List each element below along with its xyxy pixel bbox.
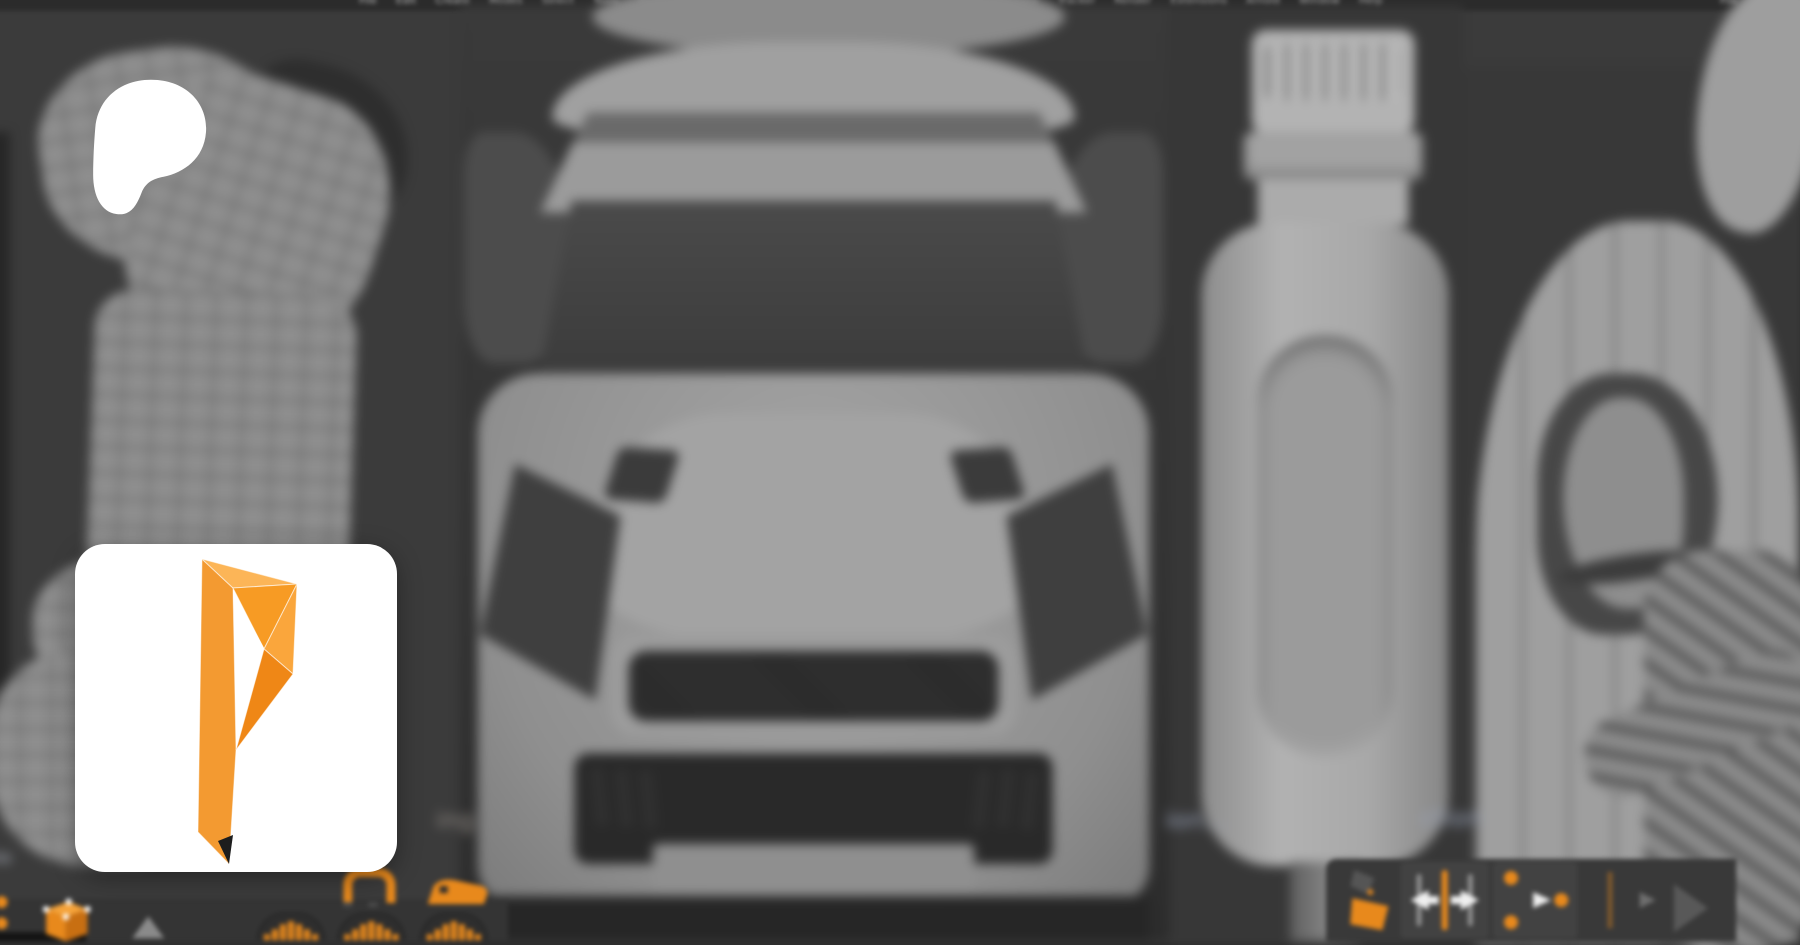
car-floor-shadow	[478, 896, 1149, 941]
weld-collapse-icon	[1407, 868, 1483, 932]
low-poly-p-logo	[75, 544, 397, 872]
cinema4d-screenshot: FileEditCreateModesSelectToolsMeshSpline…	[0, 0, 1800, 945]
iron-icon[interactable]	[420, 876, 494, 908]
connector-cap-ridges	[1266, 44, 1401, 100]
car-grille-mesh	[629, 651, 999, 721]
connector-collar	[1244, 132, 1423, 180]
connector-recess	[1258, 335, 1393, 757]
plugin-logo-card	[75, 544, 397, 872]
left-tab-label-fragment: ing	[436, 806, 475, 834]
car-hood	[590, 414, 1036, 645]
left-panel-edge	[0, 132, 10, 690]
magnet-icon[interactable]	[343, 868, 395, 903]
center-tab-label-fragment: ion...	[1165, 806, 1228, 834]
slide-arrow-disabled-icon[interactable]	[1589, 868, 1665, 932]
connector-neck	[1258, 179, 1409, 225]
flag-disabled-icon[interactable]	[1674, 884, 1708, 932]
left-edge-label-fragment: tio	[0, 848, 12, 867]
right-tab-label-fragment: ction	[1421, 804, 1483, 832]
spread-points-icon	[1499, 868, 1571, 932]
wedge-triangle-icon[interactable]	[132, 916, 164, 938]
paint-bucket-icon[interactable]	[1348, 868, 1400, 932]
polygon-cube-icon[interactable]	[35, 896, 97, 941]
car-splitter	[653, 844, 975, 892]
patreon-logo	[74, 70, 210, 218]
